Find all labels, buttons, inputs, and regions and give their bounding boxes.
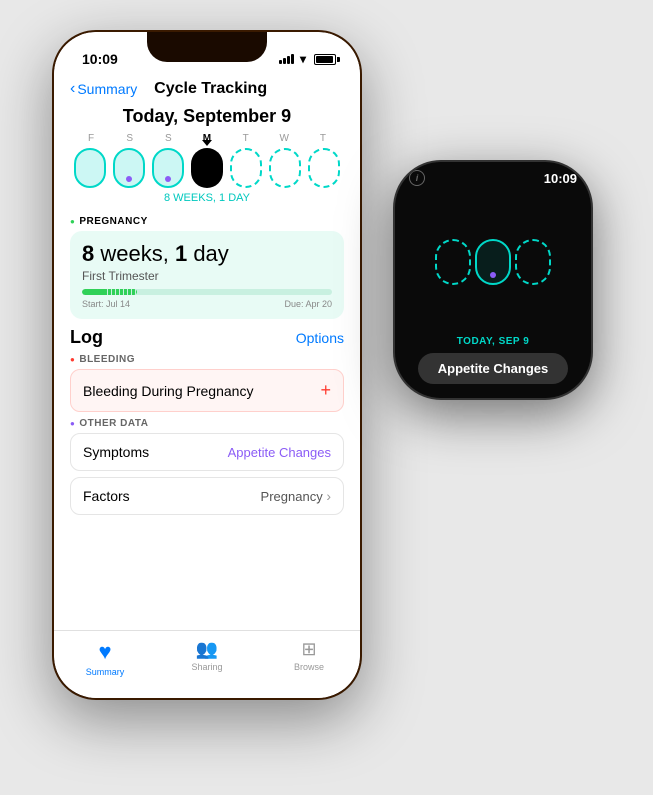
symptoms-label: Symptoms — [83, 444, 149, 460]
tab-browse[interactable]: ⊞ Browse — [258, 639, 360, 672]
bleeding-section-label: ● BLEEDING — [70, 354, 344, 365]
bleeding-label: Bleeding During Pregnancy — [83, 383, 253, 399]
watch-screen: i 10:09 TODAY, SEP 9 Appetite Changes — [395, 162, 591, 398]
add-bleeding-icon[interactable]: + — [320, 380, 331, 401]
watch-date: TODAY, SEP 9 — [457, 336, 530, 347]
back-chevron-icon: ‹ — [70, 80, 75, 98]
trimester-label: First Trimester — [82, 269, 332, 283]
back-label: Summary — [77, 81, 137, 97]
pregnancy-section: ● PREGNANCY 8 weeks, 1 day First Trimest… — [70, 216, 344, 319]
watch-circle-left — [435, 239, 471, 285]
tab-sharing[interactable]: 👥 Sharing — [156, 639, 258, 672]
log-title: Log — [70, 327, 103, 348]
heart-icon: ♥ — [98, 639, 111, 665]
due-date: Due: Apr 20 — [284, 299, 332, 309]
nav-bar: ‹ Summary Cycle Tracking — [54, 76, 360, 106]
cal-circle-fri[interactable] — [74, 148, 106, 188]
day-w: W — [267, 133, 301, 144]
weeks-label: 8 WEEKS, 1 DAY — [70, 192, 344, 204]
back-button[interactable]: ‹ Summary — [70, 80, 137, 98]
wifi-icon: ▾ — [300, 52, 306, 66]
scene: 10:09 ▾ ‹ Summary Cycle Tracking — [0, 0, 653, 795]
day-s1: S — [113, 133, 147, 144]
date-header: Today, September 9 — [70, 106, 344, 127]
cal-circle-sat[interactable] — [113, 148, 145, 188]
watch-circle-center — [475, 239, 511, 285]
progress-dates: Start: Jul 14 Due: Apr 20 — [82, 299, 332, 309]
cal-circle-today[interactable] — [191, 148, 223, 188]
watch-time: 10:09 — [544, 171, 577, 186]
options-button[interactable]: Options — [296, 330, 344, 346]
period-dot-sun — [165, 176, 171, 182]
bleeding-item[interactable]: Bleeding During Pregnancy + — [70, 369, 344, 412]
symptoms-item[interactable]: Symptoms Appetite Changes — [70, 433, 344, 471]
cal-circle-sun[interactable] — [152, 148, 184, 188]
tab-browse-label: Browse — [294, 662, 324, 672]
tab-summary[interactable]: ♥ Summary — [54, 639, 156, 677]
watch-info-icon: i — [409, 170, 425, 186]
day-t1: T — [229, 133, 263, 144]
log-header: Log Options — [70, 327, 344, 348]
iphone-device: 10:09 ▾ ‹ Summary Cycle Tracking — [52, 30, 362, 700]
start-date: Start: Jul 14 — [82, 299, 130, 309]
cal-circle-thu[interactable] — [308, 148, 340, 188]
day-t2: T — [306, 133, 340, 144]
signal-icon — [279, 54, 294, 64]
progress-fill — [82, 289, 137, 295]
browse-icon: ⊞ — [301, 639, 316, 660]
pregnancy-card[interactable]: 8 weeks, 1 day First Trimester Start: Ju… — [70, 231, 344, 319]
status-icons: ▾ — [279, 52, 336, 66]
pregnancy-section-label: ● PREGNANCY — [70, 216, 344, 227]
tab-summary-label: Summary — [86, 667, 125, 677]
cal-circle-wed[interactable] — [269, 148, 301, 188]
factors-chevron-icon: › — [326, 488, 331, 504]
cal-circle-tue[interactable] — [230, 148, 262, 188]
day-s2: S — [151, 133, 185, 144]
iphone-notch — [147, 32, 267, 62]
today-indicator — [202, 140, 212, 146]
battery-icon — [314, 54, 336, 65]
status-time: 10:09 — [82, 51, 118, 67]
watch-appetite-pill: Appetite Changes — [418, 353, 569, 384]
other-data-label: ● OTHER DATA — [70, 418, 344, 429]
symptoms-value: Appetite Changes — [228, 445, 331, 460]
watch-cycle-area — [425, 190, 561, 334]
watch-pill-text: Appetite Changes — [438, 361, 549, 376]
factors-label: Factors — [83, 488, 130, 504]
calendar-circles — [70, 148, 344, 188]
watch-status-bar: i 10:09 — [395, 162, 591, 186]
sharing-icon: 👥 — [196, 639, 218, 660]
tab-bar: ♥ Summary 👥 Sharing ⊞ Browse — [54, 630, 360, 698]
pregnancy-weeks: 8 weeks, 1 day — [82, 241, 332, 267]
watch-period-dot — [490, 272, 496, 278]
other-data-section: ● OTHER DATA Symptoms Appetite Changes F… — [70, 418, 344, 515]
tab-sharing-label: Sharing — [191, 662, 222, 672]
period-dot-sat — [126, 176, 132, 182]
factors-item[interactable]: Factors Pregnancy › — [70, 477, 344, 515]
iphone-screen: 10:09 ▾ ‹ Summary Cycle Tracking — [54, 32, 360, 698]
content-area: Today, September 9 F S S M T W T — [54, 106, 360, 521]
day-f: F — [74, 133, 108, 144]
calendar-strip: F S S M T W T — [70, 133, 344, 208]
watch-circle-right — [515, 239, 551, 285]
nav-title: Cycle Tracking — [137, 80, 284, 98]
apple-watch: i 10:09 TODAY, SEP 9 Appetite Changes — [393, 160, 593, 400]
progress-bar — [82, 289, 332, 295]
factors-value: Pregnancy › — [261, 488, 331, 504]
